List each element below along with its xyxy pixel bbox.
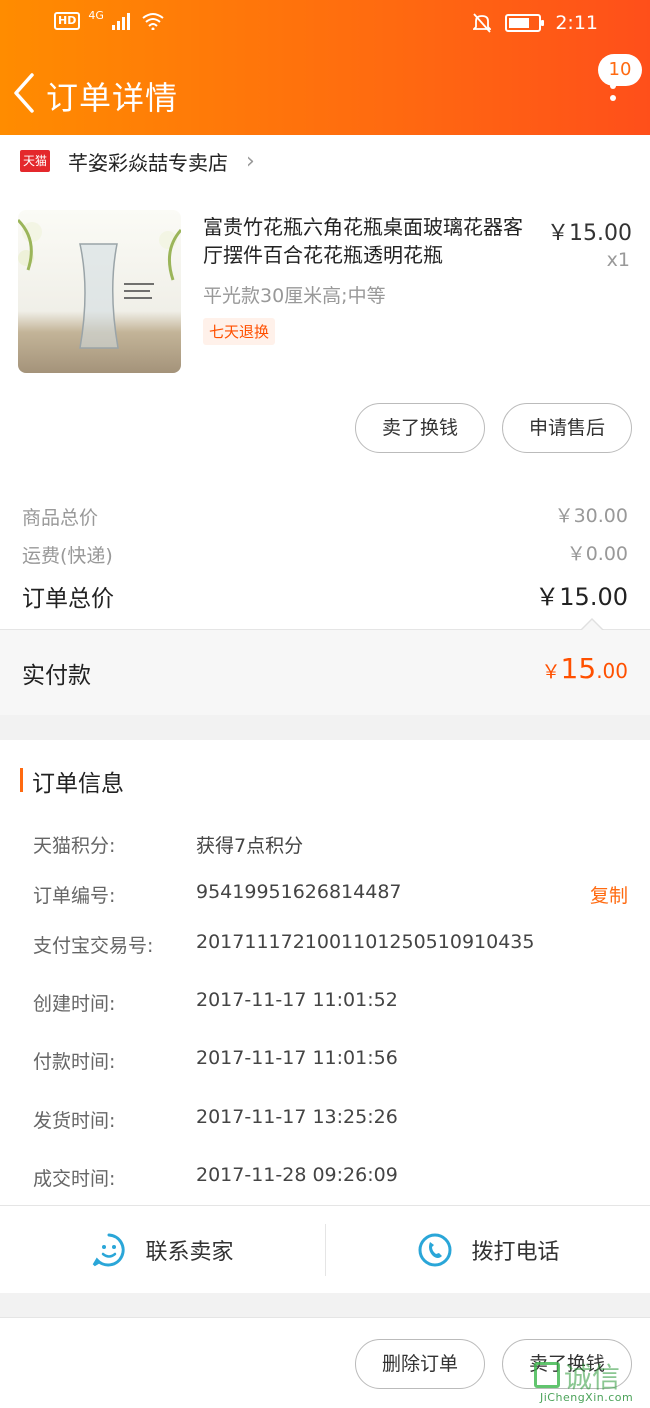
contact-seller-button[interactable]: 联系卖家 (0, 1206, 325, 1294)
mute-bell-icon (473, 13, 492, 33)
info-value-order-no: 95419951626814487 (196, 881, 402, 903)
info-label-completed: 成交时间: (33, 1168, 116, 1190)
signal-icon (111, 13, 130, 30)
network-type: 4G (88, 8, 104, 22)
product-quantity: x1 (606, 249, 630, 271)
clock: 2:11 (555, 12, 598, 34)
info-value-completed: 2017-11-28 09:26:09 (196, 1164, 398, 1186)
chat-smile-icon (93, 1233, 126, 1267)
shop-link[interactable]: 天猫 芊姿彩焱喆专卖店 › (20, 145, 255, 177)
paid-integer: 15 (560, 652, 597, 685)
watermark-text: 诚信 (564, 1361, 621, 1394)
order-total-value: ￥15.00 (535, 583, 628, 611)
phone-icon (418, 1233, 452, 1267)
product-sku: 平光款30厘米高;中等 (203, 285, 386, 307)
info-value-paid: 2017-11-17 11:01:56 (196, 1047, 398, 1069)
status-bar: HD 4G 2:11 (0, 0, 650, 50)
tmall-logo: 天猫 (20, 150, 50, 172)
order-info-section: 订单信息 天猫积分: 获得7点积分 订单编号: 9541995162681448… (0, 740, 650, 1205)
delete-order-button[interactable]: 删除订单 (355, 1339, 485, 1389)
paid-value: ￥15.00 (542, 652, 628, 685)
product-thumbnail[interactable] (18, 210, 181, 373)
info-label-alipay-no: 支付宝交易号: (33, 935, 154, 957)
paid-amount-row: 实付款 ￥15.00 (0, 618, 650, 715)
shop-name: 芊姿彩焱喆专卖店 (68, 150, 228, 175)
info-value-alipay-no: 2017111721001101250510910435 (196, 931, 535, 953)
wifi-icon (142, 13, 164, 30)
battery-icon (505, 14, 545, 32)
order-total-label: 订单总价 (22, 586, 114, 612)
app-header: HD 4G 2:11 订单详情 10 (0, 0, 650, 135)
info-label-shipped: 发货时间: (33, 1110, 116, 1132)
contact-seller-label: 联系卖家 (145, 1240, 234, 1265)
after-sale-button[interactable]: 申请售后 (502, 403, 632, 453)
info-label-points: 天猫积分: (33, 835, 116, 857)
info-value-shipped: 2017-11-17 13:25:26 (196, 1106, 398, 1128)
sell-for-cash-button[interactable]: 卖了换钱 (355, 403, 485, 453)
info-value-points: 获得7点积分 (196, 835, 304, 857)
contact-bar: 联系卖家 拨打电话 (0, 1205, 650, 1293)
message-badge[interactable]: 10 (598, 54, 642, 86)
copy-order-no-button[interactable]: 复制 (590, 881, 628, 908)
goods-total-label: 商品总价 (22, 507, 99, 529)
vase-image (18, 218, 181, 349)
call-phone-label: 拨打电话 (471, 1240, 560, 1265)
order-info-title: 订单信息 (32, 771, 124, 797)
nav-bar: 订单详情 10 (0, 54, 650, 135)
chevron-right-icon: › (246, 148, 255, 174)
paid-label: 实付款 (22, 663, 91, 689)
info-label-paid: 付款时间: (33, 1051, 116, 1073)
product-price: ￥15.00 (547, 221, 632, 246)
watermark-url: JiChengXin.com (540, 1391, 634, 1404)
product-title[interactable]: 富贵竹花瓶六角花瓶桌面玻璃花器客厅摆件百合花花瓶透明花瓶 (203, 213, 538, 269)
shipping-label: 运费(快递) (22, 545, 113, 567)
goods-total-value: ￥30.00 (554, 505, 628, 527)
watermark-logo: 诚信 JiChengXin.com (532, 1352, 648, 1408)
back-icon[interactable] (10, 71, 40, 115)
info-label-order-no: 订单编号: (33, 885, 116, 907)
more-menu-button[interactable] (606, 83, 620, 113)
currency-symbol: ￥ (541, 661, 561, 683)
hd-icon: HD (54, 12, 81, 30)
info-value-created: 2017-11-17 11:01:52 (196, 989, 398, 1011)
order-card: 天猫 芊姿彩焱喆专卖店 › 富贵竹花瓶六角花瓶桌面玻璃花器客厅摆件百合花花瓶透明… (0, 135, 650, 715)
return-policy-tag: 七天退换 (203, 318, 276, 345)
shipping-value: ￥0.00 (566, 543, 628, 565)
section-accent-bar (20, 768, 23, 792)
info-label-created: 创建时间: (33, 993, 116, 1015)
paid-decimal: .00 (596, 659, 628, 683)
call-phone-button[interactable]: 拨打电话 (326, 1206, 650, 1294)
page-title: 订单详情 (46, 79, 179, 117)
